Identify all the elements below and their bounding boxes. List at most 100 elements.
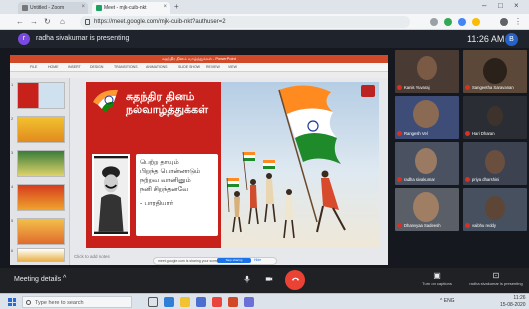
- slide-number: 4: [11, 184, 14, 189]
- taskbar-search-input[interactable]: Type here to search: [22, 296, 132, 308]
- poem-line: நனி சிறந்தனவே: [140, 185, 189, 193]
- ribbon-tab[interactable]: VIEW: [228, 65, 237, 69]
- slide-thumbnail[interactable]: [17, 150, 65, 177]
- participant-tile[interactable]: radha sivakumar: [395, 142, 459, 185]
- participant-tile[interactable]: Sangeetha Saravanan: [463, 50, 527, 93]
- participant-video: [487, 106, 503, 126]
- maximize-icon[interactable]: □: [498, 1, 503, 10]
- participant-tile[interactable]: Dhanvyaa Sadeesh: [395, 188, 459, 231]
- meeting-stage: சுதந்திர தினம் வாழ்த்துக்கள் - PowerPoin…: [0, 48, 529, 268]
- slide-thumbnail[interactable]: [17, 218, 65, 245]
- hide-share-bar-button[interactable]: Hide: [254, 258, 261, 262]
- ribbon-tab[interactable]: REVIEW: [206, 65, 220, 69]
- menu-dots-icon[interactable]: ⋮: [514, 17, 522, 26]
- ribbon-tab[interactable]: DESIGN: [90, 65, 103, 69]
- edge-icon[interactable]: [164, 297, 174, 307]
- notes-placeholder[interactable]: Click to add notes: [74, 254, 110, 259]
- meeting-controls-bar: Meeting details ^ ▣ Turn on captions ⊡ r…: [0, 268, 529, 293]
- slide-number: 2: [11, 116, 14, 121]
- participant-name: priya dharshini: [472, 177, 500, 182]
- extension-icon[interactable]: [472, 18, 480, 26]
- taskbar-date: 15-08-2020: [500, 302, 526, 308]
- windows-start-icon[interactable]: [8, 298, 16, 306]
- close-icon[interactable]: ×: [81, 4, 85, 10]
- back-arrow-icon[interactable]: ←: [16, 17, 24, 26]
- present-icon: ⊡: [492, 271, 500, 280]
- end-call-button[interactable]: [285, 270, 305, 290]
- participant-video: [417, 56, 437, 80]
- ribbon-tab[interactable]: TRANSITIONS: [114, 65, 138, 69]
- meeting-details-button[interactable]: Meeting details: [14, 276, 61, 283]
- slide-photo-panel: [221, 82, 379, 248]
- close-icon[interactable]: ×: [163, 4, 167, 10]
- windows-taskbar: Type here to search ^ ENG 11:26 15-08-20…: [0, 293, 529, 309]
- browser-tab-strip: Untitled - Zoom × Meet - mjk-cuib-nkt × …: [0, 0, 529, 14]
- ribbon-tab[interactable]: SLIDE SHOW: [178, 65, 200, 69]
- participant-name: Dhanvyaa Sadeesh: [404, 223, 441, 228]
- minimize-icon[interactable]: –: [482, 1, 486, 10]
- participant-tile[interactable]: vaibhu reddy: [463, 188, 527, 231]
- search-placeholder: Type here to search: [35, 300, 84, 306]
- powerpoint-title-bar: சுதந்திர தினம் வாழ்த்துக்கள் - PowerPoin…: [10, 55, 388, 63]
- extension-icon[interactable]: [458, 18, 466, 26]
- chrome-icon[interactable]: [212, 297, 222, 307]
- participant-tile[interactable]: Hari Dharan: [463, 96, 527, 139]
- slide-number: 6: [11, 248, 14, 253]
- participant-tile[interactable]: Rangesh Vel: [395, 96, 459, 139]
- participant-name: Kanis Yuvaraj: [404, 85, 430, 90]
- poem-line: பெற்ற தாயும்: [140, 158, 179, 166]
- participant-tile[interactable]: priya dharshini: [463, 142, 527, 185]
- extension-icon[interactable]: [430, 18, 438, 26]
- url-field[interactable]: https://meet.google.com/mjk-cuib-nkt?aut…: [80, 16, 410, 28]
- microphone-icon: [244, 275, 250, 283]
- extension-icon[interactable]: [444, 18, 452, 26]
- slide-thumbnail[interactable]: [17, 184, 65, 211]
- avatar[interactable]: B: [505, 33, 518, 46]
- new-tab-button[interactable]: +: [174, 2, 179, 11]
- slide-title-line: நல்வாழ்த்துக்கள்: [126, 103, 209, 116]
- poem-line: பிறந்த பொன்னாடும்: [140, 167, 201, 175]
- browser-tab-zoom[interactable]: Untitled - Zoom ×: [18, 2, 88, 14]
- shared-presentation: சுதந்திர தினம் வாழ்த்துக்கள் - PowerPoin…: [10, 55, 388, 265]
- microphone-button[interactable]: [238, 271, 256, 289]
- presentation-button[interactable]: ⊡ radha sivakumar is presenting: [468, 271, 524, 286]
- slide-thumbnail[interactable]: [17, 248, 65, 262]
- powerpoint-icon[interactable]: [228, 297, 238, 307]
- slide-thumbnail[interactable]: [17, 82, 65, 109]
- mic-muted-icon: [397, 177, 402, 182]
- close-window-icon[interactable]: ×: [514, 1, 519, 10]
- slide-title: சுதந்திர தினம் நல்வாழ்த்துக்கள்: [126, 90, 221, 116]
- system-tray[interactable]: ^ ENG: [440, 298, 455, 304]
- participant-tile[interactable]: Kanis Yuvaraj: [395, 50, 459, 93]
- file-explorer-icon[interactable]: [180, 297, 190, 307]
- camera-button[interactable]: [260, 271, 278, 289]
- forward-arrow-icon[interactable]: →: [30, 17, 38, 26]
- bharathiyar-portrait: [92, 154, 130, 236]
- store-icon[interactable]: [196, 297, 206, 307]
- task-view-icon[interactable]: [148, 297, 158, 307]
- participant-name: Rangesh Vel: [404, 131, 428, 136]
- search-icon: [26, 300, 31, 305]
- ribbon-tab[interactable]: INSERT: [68, 65, 81, 69]
- taskbar-clock[interactable]: 11:26 15-08-2020: [500, 295, 526, 309]
- browser-tab-meet[interactable]: Meet - mjk-cuib-nkt ×: [92, 2, 170, 14]
- reload-icon[interactable]: ↻: [44, 17, 51, 26]
- tab-label: Meet - mjk-cuib-nkt: [104, 5, 147, 11]
- zoom-favicon-icon: [22, 5, 28, 11]
- participant-video: [413, 192, 439, 222]
- ribbon-tab[interactable]: FILE: [30, 65, 37, 69]
- meet-favicon-icon: [96, 5, 102, 11]
- slide-thumbnail[interactable]: [17, 116, 65, 143]
- chevron-up-icon[interactable]: ^: [63, 275, 66, 282]
- captions-button[interactable]: ▣ Turn on captions: [412, 271, 462, 286]
- profile-icon[interactable]: [500, 18, 508, 26]
- presentation-label: radha sivakumar is presenting: [469, 281, 523, 286]
- ribbon-tab[interactable]: HOME: [48, 65, 59, 69]
- home-icon[interactable]: ⌂: [60, 17, 65, 26]
- slide-red-panel: சுதந்திர தினம் நல்வாழ்த்துக்கள் பெற்ற தா…: [86, 82, 221, 248]
- poem-author: - பாரதியார்: [140, 199, 174, 207]
- mic-muted-icon: [465, 131, 470, 136]
- ribbon-tab[interactable]: ANIMATIONS: [146, 65, 168, 69]
- app-icon[interactable]: [244, 297, 254, 307]
- stop-sharing-button[interactable]: Stop sharing: [217, 258, 251, 263]
